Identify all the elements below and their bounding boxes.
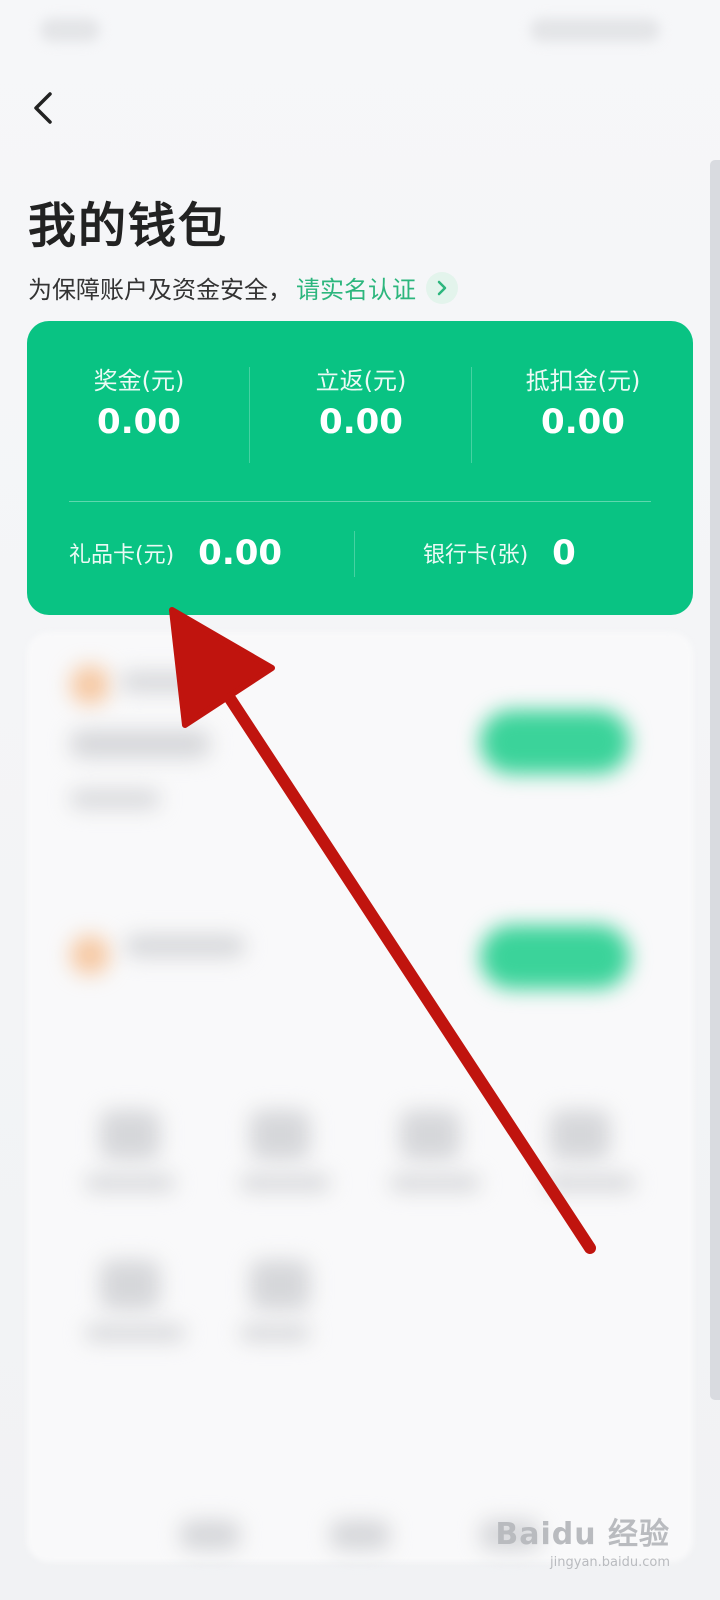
blurred-text (240, 1325, 310, 1341)
verify-chevron-button[interactable] (426, 271, 458, 304)
deduction-label: 抵扣金(元) (525, 367, 641, 395)
blurred-text (70, 730, 210, 758)
watermark-domain: jingyan.baidu.com (550, 1555, 670, 1570)
bank-card-item[interactable]: 银行卡(张) 0 (423, 533, 576, 573)
blurred-text (120, 672, 210, 692)
cashback-label: 立返(元) (315, 367, 407, 395)
blurred-icon (400, 1110, 460, 1160)
blurred-icon (550, 1110, 610, 1160)
wallet-page: 我的钱包 为保障账户及资金安全， 请实名认证 奖金(元) 0.00 立返(元) … (0, 0, 720, 1600)
blurred-text (240, 1175, 330, 1191)
real-name-verify-link[interactable]: 请实名认证 (296, 270, 416, 305)
scrollbar[interactable] (710, 160, 720, 1400)
blurred-text (545, 1175, 635, 1191)
gift-card-item[interactable]: 礼品卡(元) 0.00 (69, 533, 282, 573)
blurred-tab (180, 1520, 240, 1550)
chevron-right-icon (437, 280, 447, 295)
blurred-tab (330, 1520, 390, 1550)
blurred-icon (100, 1260, 160, 1310)
bonus-value: 0.00 (97, 402, 181, 442)
gift-card-label: 礼品卡(元) (69, 543, 175, 568)
watermark-title: Baidu 经验 (495, 1517, 670, 1552)
bonus-label: 奖金(元) (93, 367, 185, 395)
bank-card-label: 银行卡(张) (423, 543, 529, 568)
blurred-icon (70, 665, 110, 705)
blurred-text (390, 1175, 480, 1191)
gift-card-value: 0.00 (198, 533, 283, 573)
blurred-text (125, 935, 245, 957)
blurred-icon (100, 1110, 160, 1160)
deduction-metric[interactable]: 抵扣金(元) 0.00 (471, 361, 695, 442)
cashback-value: 0.00 (319, 402, 403, 442)
divider (354, 531, 355, 577)
security-notice: 为保障账户及资金安全， 请实名认证 (28, 270, 458, 305)
blurred-icon (250, 1260, 310, 1310)
back-button[interactable] (24, 88, 64, 128)
blurred-icon (250, 1110, 310, 1160)
blurred-text (85, 1175, 175, 1191)
cashback-metric[interactable]: 立返(元) 0.00 (249, 361, 473, 442)
blurred-icon (70, 935, 110, 975)
bonus-metric[interactable]: 奖金(元) 0.00 (27, 361, 251, 442)
wallet-summary-card: 奖金(元) 0.00 立返(元) 0.00 抵扣金(元) 0.00 礼品卡(元)… (27, 321, 693, 615)
watermark: Baidu 经验 jingyan.baidu.com (495, 1509, 670, 1570)
blurred-text (85, 1325, 185, 1341)
blurred-button (480, 710, 630, 774)
blurred-button (480, 925, 630, 989)
blurred-text (70, 790, 160, 808)
security-notice-text: 为保障账户及资金安全， (28, 276, 292, 304)
status-bar-time (40, 18, 100, 42)
page-title: 我的钱包 (28, 198, 229, 254)
bank-card-value: 0 (552, 533, 576, 573)
back-icon (34, 92, 52, 124)
card-divider (69, 501, 651, 502)
deduction-value: 0.00 (541, 402, 625, 442)
status-bar-icons (530, 18, 660, 42)
